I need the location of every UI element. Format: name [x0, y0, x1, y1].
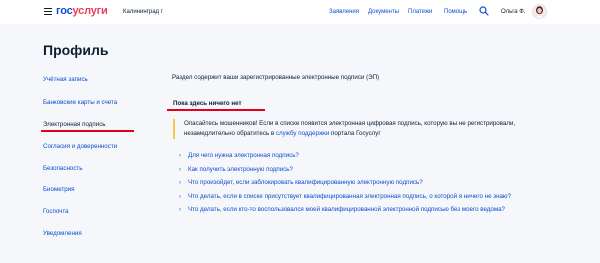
page-title: Профиль	[43, 42, 109, 58]
nav-zayavleniya[interactable]: Заявления	[329, 9, 359, 15]
faq-item[interactable]: › Что делать, если кто-то воспользовался …	[179, 206, 505, 213]
sidebar-item-consents[interactable]: Согласия и доверенности	[43, 143, 117, 150]
sidebar-item-gospochta[interactable]: Госпочта	[43, 208, 69, 215]
sidebar-item-security[interactable]: Безопасность	[43, 165, 82, 172]
faq-item[interactable]: › Что произойдет, если заблокировать квал…	[179, 179, 423, 186]
fraud-warning: Опасайтесь мошенников! Если в списке поя…	[184, 120, 516, 137]
chevron-right-icon: ›	[179, 167, 181, 173]
search-icon[interactable]	[479, 6, 489, 16]
warning-accent-bar	[173, 119, 175, 139]
avatar[interactable]	[532, 4, 547, 19]
chevron-right-icon: ›	[179, 194, 181, 200]
menu-icon[interactable]	[44, 8, 52, 15]
sidebar-item-bank-cards[interactable]: Банковские карты и счета	[43, 99, 117, 106]
chevron-right-icon: ›	[179, 207, 181, 213]
chevron-right-icon: ›	[179, 180, 181, 186]
nav-platezhi[interactable]: Платежи	[408, 9, 432, 15]
city-selector[interactable]: Калининград г	[123, 9, 163, 15]
sidebar-item-account[interactable]: Учётная запись	[43, 76, 88, 83]
user-name[interactable]: Ольга Ф.	[501, 9, 526, 15]
faq-item[interactable]: › Для чего нужна электронная подпись?	[179, 152, 299, 159]
sidebar-item-biometrics[interactable]: Биометрия	[43, 186, 75, 193]
empty-state-underline	[167, 109, 265, 111]
active-item-underline	[41, 130, 134, 132]
sidebar-item-e-signature[interactable]: Электронная подпись	[43, 121, 106, 128]
section-description: Раздел содержит ваши зарегистрированные …	[172, 74, 380, 81]
nav-pomosch[interactable]: Помощь	[444, 9, 467, 15]
support-link[interactable]: службу поддержки	[276, 130, 329, 137]
sidebar-item-notifications[interactable]: Уведомления	[43, 230, 82, 237]
gosuslugi-logo[interactable]: госуслуги	[56, 5, 108, 17]
faq-item[interactable]: › Что делать, если в списке присутствует …	[179, 193, 511, 200]
nav-dokumenty[interactable]: Документы	[368, 9, 399, 15]
empty-state-label: Пока здесь ничего нет	[173, 100, 242, 107]
chevron-right-icon: ›	[179, 153, 181, 159]
user-avatar-icon	[534, 6, 545, 18]
faq-item[interactable]: › Как получить электронную подпись?	[179, 166, 293, 173]
top-header: госуслуги Калининград г Заявления Докуме…	[0, 0, 600, 24]
